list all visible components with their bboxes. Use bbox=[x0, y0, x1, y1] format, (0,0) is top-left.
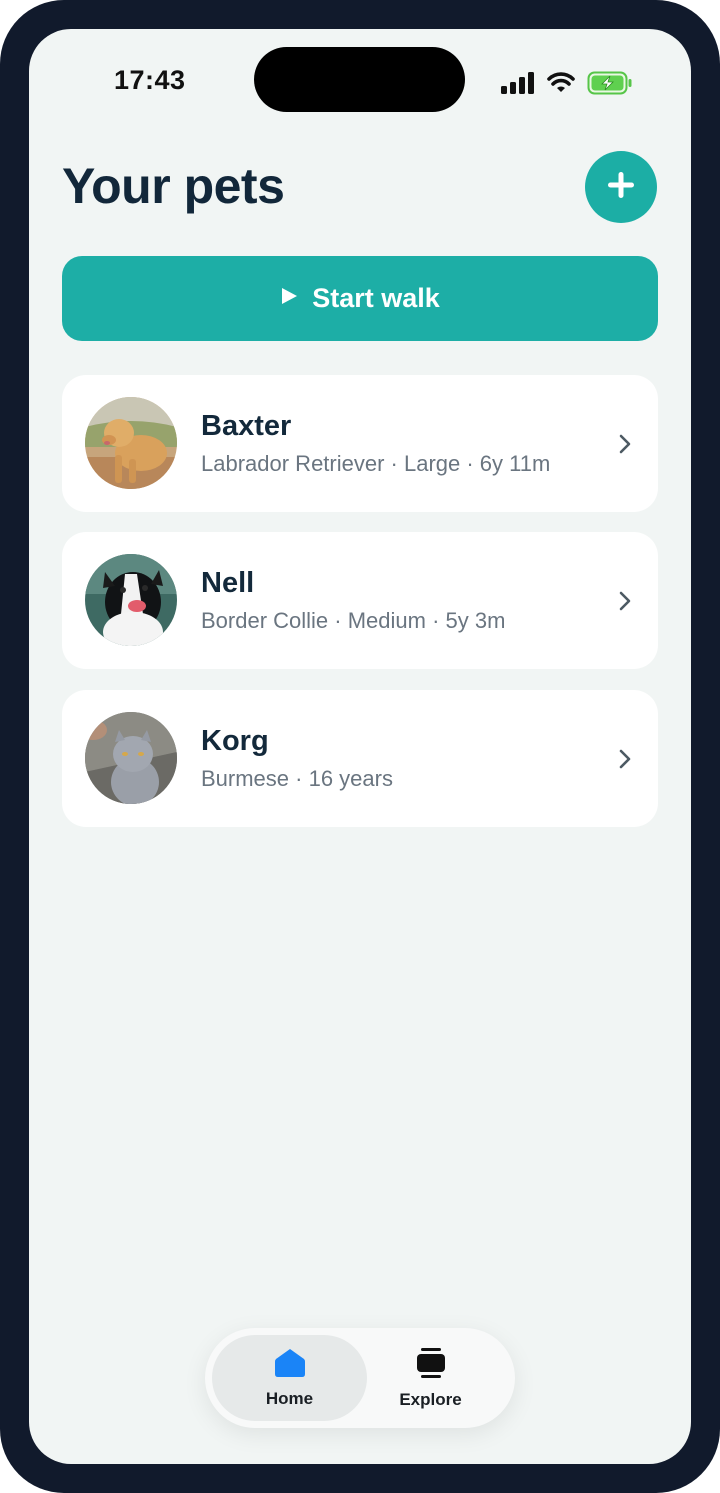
pet-name: Korg bbox=[201, 725, 269, 757]
cellular-signal-icon bbox=[501, 72, 535, 99]
status-icons bbox=[501, 71, 633, 100]
app-screen: 17:43 Your pets Start walk Baxter Labrad… bbox=[29, 29, 691, 1464]
chevron-right-icon bbox=[618, 748, 632, 775]
chevron-right-icon bbox=[618, 433, 632, 460]
pet-card-baxter[interactable]: Baxter Labrador Retriever · Large · 6y 1… bbox=[62, 375, 658, 512]
pet-details: Labrador Retriever · Large · 6y 11m bbox=[201, 451, 551, 476]
battery-charging-icon bbox=[587, 71, 633, 100]
wifi-icon bbox=[547, 72, 575, 99]
tab-home-label: Home bbox=[265, 1388, 314, 1408]
plus-icon bbox=[606, 170, 636, 205]
tab-explore-label: Explore bbox=[399, 1389, 462, 1409]
home-icon bbox=[274, 1348, 306, 1383]
explore-icon bbox=[415, 1347, 447, 1384]
start-walk-button[interactable]: Start walk bbox=[62, 256, 658, 341]
pet-card-korg[interactable]: Korg Burmese · 16 years bbox=[62, 690, 658, 827]
pet-avatar-nell bbox=[85, 554, 177, 646]
pet-avatar-baxter bbox=[85, 397, 177, 489]
play-icon bbox=[280, 287, 298, 310]
status-time: 17:43 bbox=[114, 65, 186, 95]
start-walk-label: Start walk bbox=[312, 283, 440, 313]
pet-details: Border Collie · Medium · 5y 3m bbox=[201, 608, 506, 633]
pet-name: Baxter bbox=[201, 410, 292, 442]
pet-card-nell[interactable]: Nell Border Collie · Medium · 5y 3m bbox=[62, 532, 658, 669]
pet-name: Nell bbox=[201, 567, 255, 599]
tab-bar: Home Explore bbox=[205, 1328, 515, 1428]
add-pet-button[interactable] bbox=[585, 151, 657, 223]
phone-frame: 17:43 Your pets Start walk Baxter Labrad… bbox=[0, 0, 720, 1493]
pet-avatar-korg bbox=[85, 712, 177, 804]
tab-home[interactable]: Home bbox=[212, 1335, 367, 1421]
dynamic-island bbox=[254, 47, 465, 112]
chevron-right-icon bbox=[618, 590, 632, 617]
tab-explore[interactable]: Explore bbox=[353, 1335, 508, 1421]
page-title: Your pets bbox=[62, 158, 285, 214]
pet-details: Burmese · 16 years bbox=[201, 766, 393, 791]
